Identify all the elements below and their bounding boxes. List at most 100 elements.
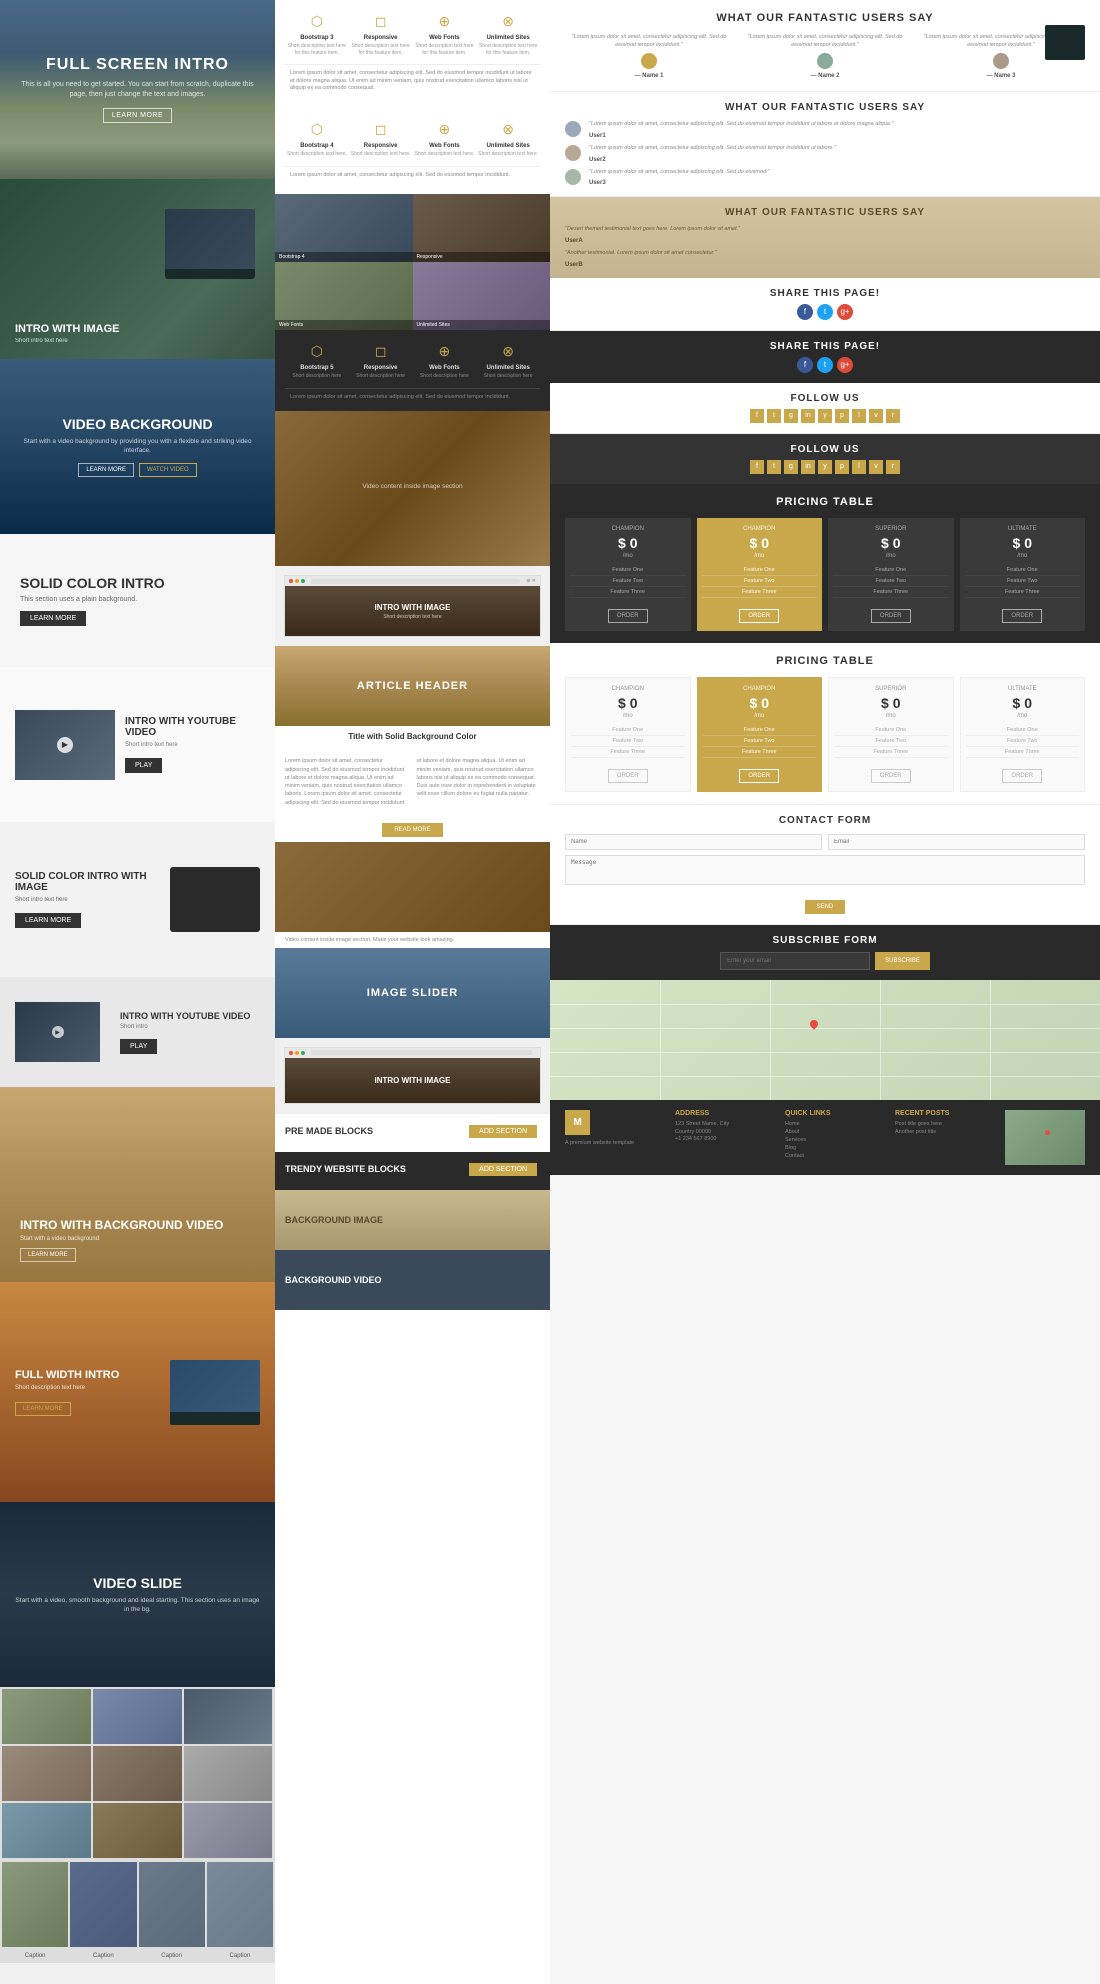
follow-tw-dark-icon[interactable]: t xyxy=(767,460,781,474)
follow-li-dark-icon[interactable]: l xyxy=(852,460,866,474)
dark-feature-2: ◻ Responsive Short description here xyxy=(351,340,411,380)
footer-info-section: M A premium website template ADDRESS 123… xyxy=(550,1100,1100,1175)
contact-submit-button[interactable]: SEND xyxy=(805,900,846,914)
contact-message-textarea[interactable] xyxy=(565,855,1085,885)
share-gp-dark-icon[interactable]: g+ xyxy=(837,357,853,373)
solid-image-button[interactable]: LEARN MORE xyxy=(15,913,81,928)
follow-pi-dark-icon[interactable]: p xyxy=(835,460,849,474)
pricing-white-features-3: Feature One Feature Two Feature Three xyxy=(834,725,948,758)
footer-address-title: ADDRESS xyxy=(675,1110,775,1117)
pricing-dark-section: PRICING TABLE CHAMPION $ 0 /mo Feature O… xyxy=(550,484,1100,643)
share-twitter-icon[interactable]: t xyxy=(817,304,833,320)
pricing-btn-3[interactable]: ORDER xyxy=(871,609,911,623)
share-google-icon[interactable]: g+ xyxy=(837,304,853,320)
avatar-left-1 xyxy=(565,121,581,137)
browser-intro-desc: Short description text here xyxy=(375,614,451,620)
share-facebook-icon[interactable]: f xyxy=(797,304,813,320)
follow-tw-icon[interactable]: t xyxy=(767,409,781,423)
follow-vi-icon[interactable]: v xyxy=(869,409,883,423)
pf-3-3: Feature Three xyxy=(833,587,949,598)
avatar-3 xyxy=(993,53,1009,69)
pricing-tier-1: CHAMPION xyxy=(570,526,686,532)
desert-name-1: UserA xyxy=(565,238,1085,244)
follow-li-icon[interactable]: l xyxy=(852,409,866,423)
share-fb-dark-icon[interactable]: f xyxy=(797,357,813,373)
follow-re-dark-icon[interactable]: r xyxy=(886,460,900,474)
thumb-bike xyxy=(2,1862,68,1947)
follow-yt-icon[interactable]: y xyxy=(818,409,832,423)
testimonial-content-2: "Lorem ipsum dolor sit amet, consectetur… xyxy=(589,145,1085,163)
subscribe-email-input[interactable] xyxy=(720,952,870,970)
feature-title-6: Responsive xyxy=(351,143,411,149)
article-read-more-button[interactable]: READ MORE xyxy=(382,823,442,837)
share-tw-dark-icon[interactable]: t xyxy=(817,357,833,373)
pricing-period-4: /mo xyxy=(965,553,1081,559)
pricing-white-btn-1[interactable]: ORDER xyxy=(608,769,648,783)
pricing-btn-1[interactable]: ORDER xyxy=(608,609,648,623)
footer-link-contact[interactable]: Contact xyxy=(785,1153,885,1159)
pricing-btn-4[interactable]: ORDER xyxy=(1002,609,1042,623)
dot-yellow-2 xyxy=(295,1051,299,1055)
subscribe-button[interactable]: SUBSCRIBE xyxy=(875,952,930,970)
dark-desc-2: Short description here xyxy=(351,373,411,380)
pricing-price-3: $ 0 xyxy=(833,535,949,551)
bootstrap-icon-2: ⬡ xyxy=(306,118,328,140)
video-bg-watch-button[interactable]: WATCH VIDEO xyxy=(139,463,197,477)
pricing-white-period-3: /mo xyxy=(834,713,948,719)
pricing-white-card-3: SUPERIOR $ 0 /mo Feature One Feature Two… xyxy=(828,677,954,792)
premade-blocks-section: PRE MADE BLOCKS ADD SECTION xyxy=(275,1113,550,1152)
bottom-thumbnails xyxy=(0,1860,275,1949)
pricing-white-tier-3: SUPERIOR xyxy=(834,686,948,692)
footer-link-blog[interactable]: Blog xyxy=(785,1145,885,1151)
features-section-2: ⬡ Bootstrap 4 Short description text her… xyxy=(275,108,550,194)
testimonial-row-1: "Lorem ipsum dolor sit amet, consectetur… xyxy=(565,121,1085,139)
solid-color-button[interactable]: LEARN MORE xyxy=(20,611,86,626)
dark-desc-4: Short description here xyxy=(478,373,538,380)
follow-in-dark-icon[interactable]: in xyxy=(801,460,815,474)
laptop-screen-fw xyxy=(170,1360,260,1412)
pricing-white-btn-3[interactable]: ORDER xyxy=(871,769,911,783)
follow-gp-icon[interactable]: g xyxy=(784,409,798,423)
share-title-white: SHARE THIS PAGE! xyxy=(565,288,1085,299)
pricing-white-btn-4[interactable]: ORDER xyxy=(1002,769,1042,783)
intro-with-image-section: INTRO WITH IMAGE Short intro text here xyxy=(0,179,275,359)
full-width-button[interactable]: LEARN MORE xyxy=(15,1402,71,1416)
full-screen-learn-more-button[interactable]: LEARN MORE xyxy=(103,108,172,123)
footer-link-home[interactable]: Home xyxy=(785,1121,885,1127)
feature-unlimited-2: ⊗ Unlimited Sites Short description text… xyxy=(478,118,538,158)
yt-dark-play-icon[interactable]: ▶ xyxy=(52,1026,64,1038)
laptop-side-illustration xyxy=(170,867,260,932)
pricing-btn-2[interactable]: ORDER xyxy=(739,609,779,623)
pricing-white-btn-2[interactable]: ORDER xyxy=(739,769,779,783)
bg-video-button[interactable]: LEARN MORE xyxy=(20,1248,76,1262)
follow-fb-dark-icon[interactable]: f xyxy=(750,460,764,474)
follow-fb-icon[interactable]: f xyxy=(750,409,764,423)
showcase-label-3: Web Fonts xyxy=(275,320,413,330)
contact-name-input[interactable] xyxy=(565,834,822,850)
photo-office xyxy=(2,1803,91,1858)
users-say-title-3: WHAT OUR FANTASTIC USERS SAY xyxy=(565,207,1085,218)
follow-gp-dark-icon[interactable]: g xyxy=(784,460,798,474)
follow-in-icon[interactable]: in xyxy=(801,409,815,423)
pricing-price-2: $ 0 xyxy=(702,535,818,551)
footer-link-about[interactable]: About xyxy=(785,1129,885,1135)
intro-image-title: INTRO WITH IMAGE xyxy=(15,323,120,335)
follow-yt-dark-icon[interactable]: y xyxy=(818,460,832,474)
footer-row: M A premium website template ADDRESS 123… xyxy=(565,1110,1085,1165)
youtube-play-button[interactable]: ▶ xyxy=(57,737,73,753)
testimonials-vertical-1: "Lorem ipsum dolor sit amet, consectetur… xyxy=(565,121,1085,186)
yt-dark-button[interactable]: PLAY xyxy=(120,1039,157,1054)
thumb-folder xyxy=(70,1862,136,1947)
contact-email-input[interactable] xyxy=(828,834,1085,850)
video-bg-learn-more-button[interactable]: LEARN MORE xyxy=(78,463,134,477)
add-section-button[interactable]: ADD SECTION xyxy=(469,1125,537,1138)
follow-pi-icon[interactable]: p xyxy=(835,409,849,423)
follow-vi-dark-icon[interactable]: v xyxy=(869,460,883,474)
follow-re-icon[interactable]: r xyxy=(886,409,900,423)
photo-notebook xyxy=(184,1803,273,1858)
intro-image-text: INTRO WITH IMAGE Short intro text here xyxy=(15,323,120,344)
trendy-add-button[interactable]: ADD SECTION xyxy=(469,1163,537,1176)
footer-link-services[interactable]: Services xyxy=(785,1137,885,1143)
youtube-button[interactable]: PLAY xyxy=(125,758,162,773)
solid-image-desc: Short intro text here xyxy=(15,897,160,903)
